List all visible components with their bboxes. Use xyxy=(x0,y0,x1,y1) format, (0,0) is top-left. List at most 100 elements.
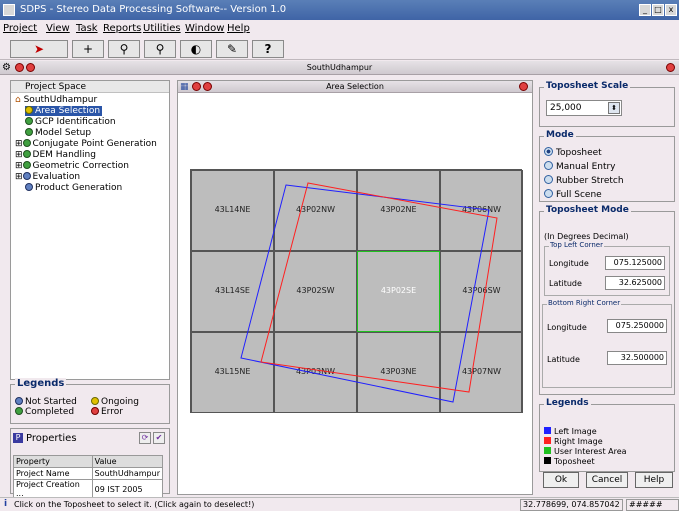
completed-status-icon xyxy=(22,161,31,169)
completed-status-icon xyxy=(22,139,31,147)
not-started-status-icon xyxy=(25,183,33,191)
status-bar: i Click on the Toposheet to select it. (… xyxy=(0,497,679,511)
left-image-swatch xyxy=(544,427,551,434)
scale-select[interactable]: 25,000 ⬍ xyxy=(546,100,622,116)
top-left-latitude-input[interactable]: 32.625000 xyxy=(605,276,665,290)
legend-left-image: Left Image xyxy=(544,427,597,436)
info-icon: i xyxy=(4,499,8,509)
area-selection-title: Area Selection xyxy=(326,82,384,91)
toposheet-mode-title: Toposheet Mode xyxy=(544,205,631,215)
mode-group: Mode Toposheet Manual Entry Rubber Stret… xyxy=(539,130,675,202)
help-tool-icon[interactable]: ? xyxy=(252,40,284,58)
legend-not-started: Not Started xyxy=(15,397,77,407)
top-left-longitude-label: Longitude xyxy=(549,259,589,268)
apply-icon[interactable]: ✔ xyxy=(153,432,165,444)
menu-bar: Project View Task Reports Utilities Wind… xyxy=(0,20,679,38)
table-row[interactable]: Project Name SouthUdhampur xyxy=(13,467,164,480)
tree-item-conjugate-point-generation[interactable]: ⊞ Conjugate Point Generation xyxy=(15,139,157,149)
properties-title: Properties xyxy=(26,433,77,444)
area-selection-frame: ▦ Area Selection 43L14NE 43P02NW 43P02NE… xyxy=(177,80,533,495)
pointer-tool-icon[interactable]: ➤ xyxy=(10,40,68,58)
status-extra: #####(88, 1) xyxy=(626,499,679,511)
pencil-icon[interactable]: ✎ xyxy=(216,40,248,58)
mode-rubber-stretch-radio[interactable]: Rubber Stretch xyxy=(544,175,624,186)
tree-item-dem-handling[interactable]: ⊞ DEM Handling xyxy=(15,150,96,160)
chevron-down-icon[interactable]: ⬍ xyxy=(608,102,620,114)
left-legends: Legends Not Started Ongoing Completed Er… xyxy=(10,378,170,424)
degrees-note: (In Degrees Decimal) xyxy=(544,232,629,241)
tree-item-product-generation[interactable]: Product Generation xyxy=(25,183,122,193)
menu-project[interactable]: Project xyxy=(3,23,37,34)
menu-view[interactable]: View xyxy=(46,23,70,34)
top-left-title: Top Left Corner xyxy=(549,241,604,249)
area-selection-titlebar: ▦ Area Selection xyxy=(178,81,532,93)
system-menu-icon[interactable] xyxy=(3,4,15,16)
bottom-right-latitude-label: Latitude xyxy=(547,355,580,364)
contrast-icon[interactable]: ◐ xyxy=(180,40,212,58)
toposheet-scale-group: Toposheet Scale 25,000 ⬍ xyxy=(539,81,675,127)
tree-item-model-setup[interactable]: Model Setup xyxy=(25,128,91,138)
toolbar: ➤ + ⚲ ⚲ ◐ ✎ ? xyxy=(0,38,679,60)
menu-reports[interactable]: Reports xyxy=(103,23,141,34)
subwindow-titlebar: ⚙ SouthUdhampur xyxy=(0,61,679,75)
left-image-footprint xyxy=(240,184,490,403)
mode-toposheet-radio[interactable]: Toposheet xyxy=(544,147,602,158)
bottom-right-corner-group: Bottom Right Corner Longitude 075.250000… xyxy=(542,299,672,388)
not-started-status-icon xyxy=(22,172,31,180)
table-row[interactable]: Project Creation ... 09 IST 2005 xyxy=(13,479,164,499)
add-tool-icon[interactable]: + xyxy=(72,40,104,58)
mode-title: Mode xyxy=(544,130,576,140)
tree-item-geometric-correction[interactable]: ⊞ Geometric Correction xyxy=(15,161,129,171)
cancel-button[interactable]: Cancel xyxy=(586,472,628,488)
completed-status-icon xyxy=(25,117,33,125)
legend-completed: Completed xyxy=(15,407,74,417)
help-button[interactable]: Help xyxy=(635,472,673,488)
ongoing-status-icon xyxy=(25,106,33,114)
legend-user-interest-area: User Interest Area xyxy=(544,447,627,456)
zoom-in-icon[interactable]: ⚲ xyxy=(108,40,140,58)
completed-status-icon xyxy=(22,150,31,158)
top-left-latitude-label: Latitude xyxy=(549,279,582,288)
project-space-panel: Project Space ⌂ SouthUdhampur Area Selec… xyxy=(10,80,170,380)
toposheet-mode-group: Toposheet Mode (In Degrees Decimal) Top … xyxy=(539,205,675,395)
bottom-right-title: Bottom Right Corner xyxy=(547,299,622,307)
refresh-icon[interactable]: ⟳ xyxy=(139,432,151,444)
table-header-row: Property Value xyxy=(13,455,164,468)
top-left-corner-group: Top Left Corner Longitude 075.125000 Lat… xyxy=(544,241,670,296)
ok-button[interactable]: Ok xyxy=(543,472,579,488)
menu-utilities[interactable]: Utilities xyxy=(143,23,181,34)
error-icon xyxy=(91,407,99,415)
mode-manual-entry-radio[interactable]: Manual Entry xyxy=(544,161,616,172)
right-image-footprint xyxy=(260,182,498,393)
legend-right-image: Right Image xyxy=(544,437,603,446)
toposheet-map[interactable]: 43L14NE 43P02NW 43P02NE 43P06NW 43L14SE … xyxy=(190,169,523,413)
toposheet-scale-title: Toposheet Scale xyxy=(544,81,631,91)
menu-window[interactable]: Window xyxy=(185,23,224,34)
project-space-title: Project Space xyxy=(25,82,87,92)
tree-item-area-selection[interactable]: Area Selection xyxy=(25,106,103,116)
maximize-icon[interactable]: □ xyxy=(652,4,664,16)
project-space-header: Project Space xyxy=(11,81,169,93)
tree-root[interactable]: ⌂ SouthUdhampur xyxy=(15,95,97,105)
user-interest-swatch xyxy=(544,447,551,454)
mode-full-scene-radio[interactable]: Full Scene xyxy=(544,189,602,200)
bottom-right-longitude-label: Longitude xyxy=(547,323,587,332)
area-selection-close-icon[interactable] xyxy=(519,82,528,91)
menu-help[interactable]: Help xyxy=(227,23,250,34)
top-left-longitude-input[interactable]: 075.125000 xyxy=(605,256,665,270)
bottom-right-latitude-input[interactable]: 32.500000 xyxy=(607,351,667,365)
zoom-out-icon[interactable]: ⚲ xyxy=(144,40,176,58)
status-message: Click on the Toposheet to select it. (Cl… xyxy=(14,500,255,509)
bottom-right-longitude-input[interactable]: 075.250000 xyxy=(607,319,667,333)
minimize-icon[interactable]: _ xyxy=(639,4,651,16)
legend-error: Error xyxy=(91,407,123,417)
image-footprints xyxy=(240,182,498,403)
subwindow-close-icon[interactable] xyxy=(666,63,675,72)
legend-ongoing: Ongoing xyxy=(91,397,139,407)
completed-status-icon xyxy=(25,128,33,136)
right-panel: Toposheet Scale 25,000 ⬍ Mode Toposheet … xyxy=(537,80,678,495)
close-icon[interactable]: x xyxy=(665,4,677,16)
menu-task[interactable]: Task xyxy=(76,23,98,34)
tree-item-gcp-identification[interactable]: GCP Identification xyxy=(25,117,116,127)
tree-item-evaluation[interactable]: ⊞ Evaluation xyxy=(15,172,80,182)
